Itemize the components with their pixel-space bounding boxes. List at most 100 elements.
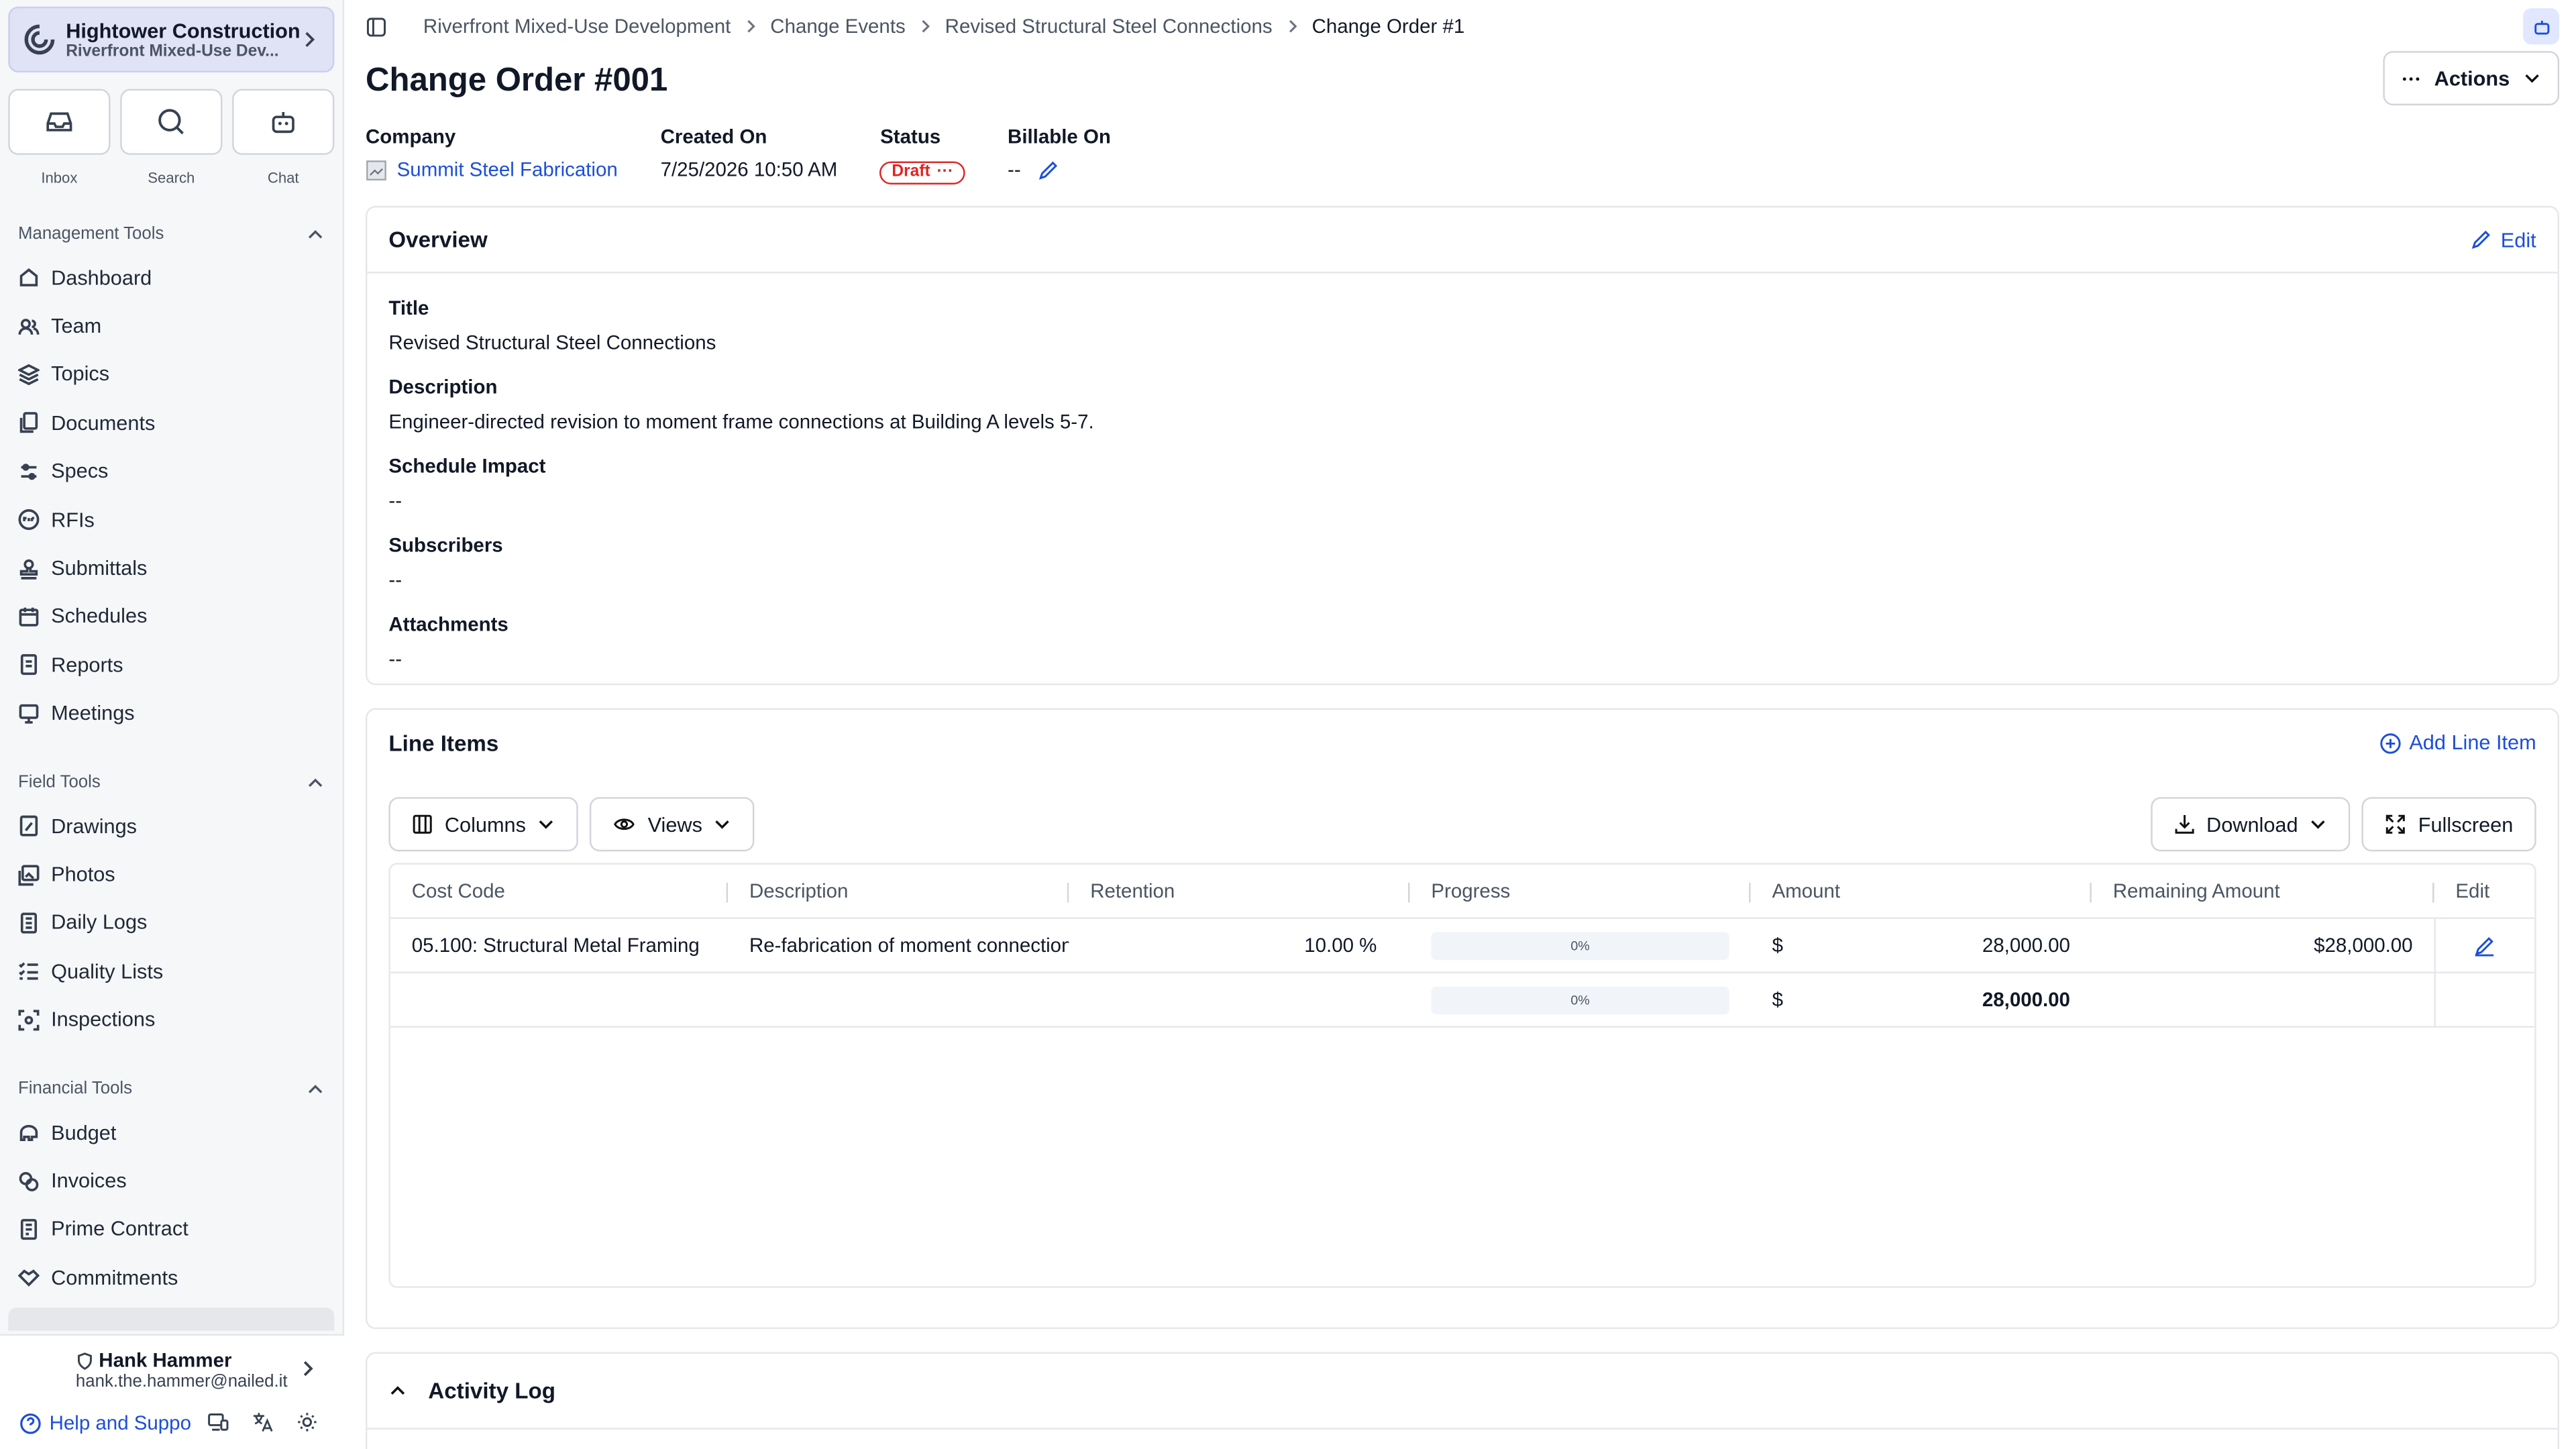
actions-button[interactable]: Actions xyxy=(2383,51,2560,106)
description-value: Engineer-directed revision to moment fra… xyxy=(388,410,1094,433)
page-title: Change Order #001 xyxy=(366,62,668,99)
sun-icon[interactable] xyxy=(297,1411,318,1433)
views-button[interactable]: Views xyxy=(590,797,755,852)
columns-button[interactable]: Columns xyxy=(388,797,579,852)
column-header-progress[interactable]: Progress xyxy=(1409,865,1751,918)
user-email: hank.the.hammer@nailed.it xyxy=(75,1372,288,1392)
chevron-right-icon xyxy=(922,20,930,33)
column-header-description[interactable]: Description xyxy=(728,865,1069,918)
activity-log-card: Activity Log xyxy=(366,1352,2560,1449)
edit-row-pencil-icon[interactable] xyxy=(2473,934,2495,956)
table-row: 05.100: Structural Metal Framing Re-fabr… xyxy=(390,918,2535,973)
main-content: Riverfront Mixed-Use Development Change … xyxy=(344,0,2576,1449)
search-button[interactable]: Search xyxy=(120,89,223,186)
inbox-button[interactable]: Inbox xyxy=(8,89,111,186)
layers-icon xyxy=(18,364,40,386)
section-management-tools[interactable]: Management Tools xyxy=(18,224,325,244)
description-cell: Re-fabrication of moment connection xyxy=(749,933,1069,957)
status-badge[interactable]: Draft ··· xyxy=(880,160,965,184)
subscribers-label: Subscribers xyxy=(388,533,503,557)
presentation-icon xyxy=(19,704,39,723)
sidebar-item-commitments[interactable]: Commitments xyxy=(18,1254,331,1302)
table-header: Cost Code Description Retention Progress… xyxy=(390,865,2535,919)
cost-code-cell: 05.100: Structural Metal Framing xyxy=(411,933,700,957)
sidebar-item-topics[interactable]: Topics xyxy=(18,350,331,398)
sidebar-item-schedules[interactable]: Schedules xyxy=(18,592,331,641)
scan-icon xyxy=(18,1009,40,1030)
sidebar-item-reports[interactable]: Reports xyxy=(18,641,331,689)
help-circle-icon xyxy=(20,1412,41,1434)
chevron-down-icon xyxy=(2312,820,2326,829)
sidebar-item-documents[interactable]: Documents xyxy=(18,399,331,447)
overview-edit-button[interactable]: Edit xyxy=(2471,228,2536,251)
sidebar-item-prime-contract[interactable]: Prime Contract xyxy=(18,1205,331,1254)
user-menu[interactable]: Hank Hammer hank.the.hammer@nailed.it He… xyxy=(0,1334,345,1449)
sidebar-item-partial[interactable] xyxy=(8,1307,335,1331)
column-header-retention[interactable]: Retention xyxy=(1069,865,1410,918)
sidebar-item-drawings[interactable]: Drawings xyxy=(18,802,331,851)
assistant-button[interactable] xyxy=(2523,8,2560,45)
language-icon[interactable] xyxy=(252,1411,274,1433)
sidebar-toggle-icon[interactable] xyxy=(366,15,387,37)
section-field-tools[interactable]: Field Tools xyxy=(18,772,325,792)
sidebar-item-submittals[interactable]: Submittals xyxy=(18,544,331,592)
inbox-icon xyxy=(46,112,72,131)
stamp-icon xyxy=(19,558,38,579)
org-switcher[interactable]: Hightower Construction Riverfront Mixed-… xyxy=(8,6,335,73)
expand-icon xyxy=(2386,814,2406,834)
fullscreen-button[interactable]: Fullscreen xyxy=(2362,797,2536,852)
meta-row: Company Summit Steel Fabrication Created… xyxy=(366,125,1154,184)
breadcrumb-project[interactable]: Riverfront Mixed-Use Development xyxy=(423,15,731,38)
activity-log-toggle[interactable]: Activity Log xyxy=(367,1354,2558,1430)
chevron-right-icon xyxy=(305,32,315,48)
activity-log-heading: Activity Log xyxy=(428,1378,555,1403)
column-header-remaining-amount[interactable]: Remaining Amount xyxy=(2092,865,2434,918)
line-items-card: Line Items Add Line Item Columns Views D… xyxy=(366,708,2560,1330)
sidebar-item-daily-logs[interactable]: Daily Logs xyxy=(18,899,331,947)
download-button[interactable]: Download xyxy=(2150,797,2351,852)
sidebar-item-quality-lists[interactable]: Quality Lists xyxy=(18,947,331,996)
subscribers-value: -- xyxy=(388,568,402,592)
plus-circle-icon xyxy=(2379,733,2401,753)
breadcrumb-change-events[interactable]: Change Events xyxy=(770,15,905,38)
sidebar-item-inspections[interactable]: Inspections xyxy=(18,996,331,1044)
total-currency-symbol: $ xyxy=(1772,988,1783,1012)
help-link[interactable]: Help and Suppo xyxy=(19,1411,191,1434)
billable-value: -- xyxy=(1008,158,1021,182)
sidebar-item-specs[interactable]: Specs xyxy=(18,447,331,496)
notebook-icon xyxy=(20,912,38,934)
sidebar-item-rfis[interactable]: RFIs xyxy=(18,496,331,544)
line-items-table: Cost Code Description Retention Progress… xyxy=(388,863,2536,1288)
piggy-bank-icon xyxy=(19,1125,38,1142)
company-avatar-icon xyxy=(366,160,386,180)
images-icon xyxy=(18,864,40,885)
sidebar-item-photos[interactable]: Photos xyxy=(18,851,331,899)
sidebar-item-budget[interactable]: Budget xyxy=(18,1108,331,1157)
title-label: Title xyxy=(388,296,429,320)
devices-icon[interactable] xyxy=(207,1411,229,1433)
total-amount-cell: 28,000.00 xyxy=(1982,988,2070,1012)
eye-icon xyxy=(614,818,635,830)
chat-button[interactable]: Chat xyxy=(232,89,335,186)
breadcrumb-change-event[interactable]: Revised Structural Steel Connections xyxy=(945,15,1273,38)
sidebar-item-dashboard[interactable]: Dashboard xyxy=(18,254,331,302)
company-link[interactable]: Summit Steel Fabrication xyxy=(397,158,618,181)
chevron-right-icon xyxy=(1288,20,1297,33)
add-line-item-button[interactable]: Add Line Item xyxy=(2379,731,2536,754)
sidebar-item-invoices[interactable]: Invoices xyxy=(18,1157,331,1205)
pencil-icon xyxy=(2472,230,2491,249)
report-icon xyxy=(20,654,38,676)
company-logo-icon xyxy=(24,24,55,55)
chevron-up-icon xyxy=(308,229,323,238)
section-financial-tools[interactable]: Financial Tools xyxy=(18,1079,325,1098)
column-header-amount[interactable]: Amount xyxy=(1751,865,2092,918)
search-label: Search xyxy=(148,169,195,186)
amount-cell: 28,000.00 xyxy=(1982,933,2070,957)
billable-label: Billable On xyxy=(1008,125,1111,148)
schedule-impact-label: Schedule Impact xyxy=(388,454,546,478)
column-header-cost-code[interactable]: Cost Code xyxy=(390,865,729,918)
pencil-icon[interactable] xyxy=(1037,159,1059,180)
sidebar-item-team[interactable]: Team xyxy=(18,302,331,350)
sidebar-item-meetings[interactable]: Meetings xyxy=(18,689,331,737)
search-icon xyxy=(158,109,184,135)
